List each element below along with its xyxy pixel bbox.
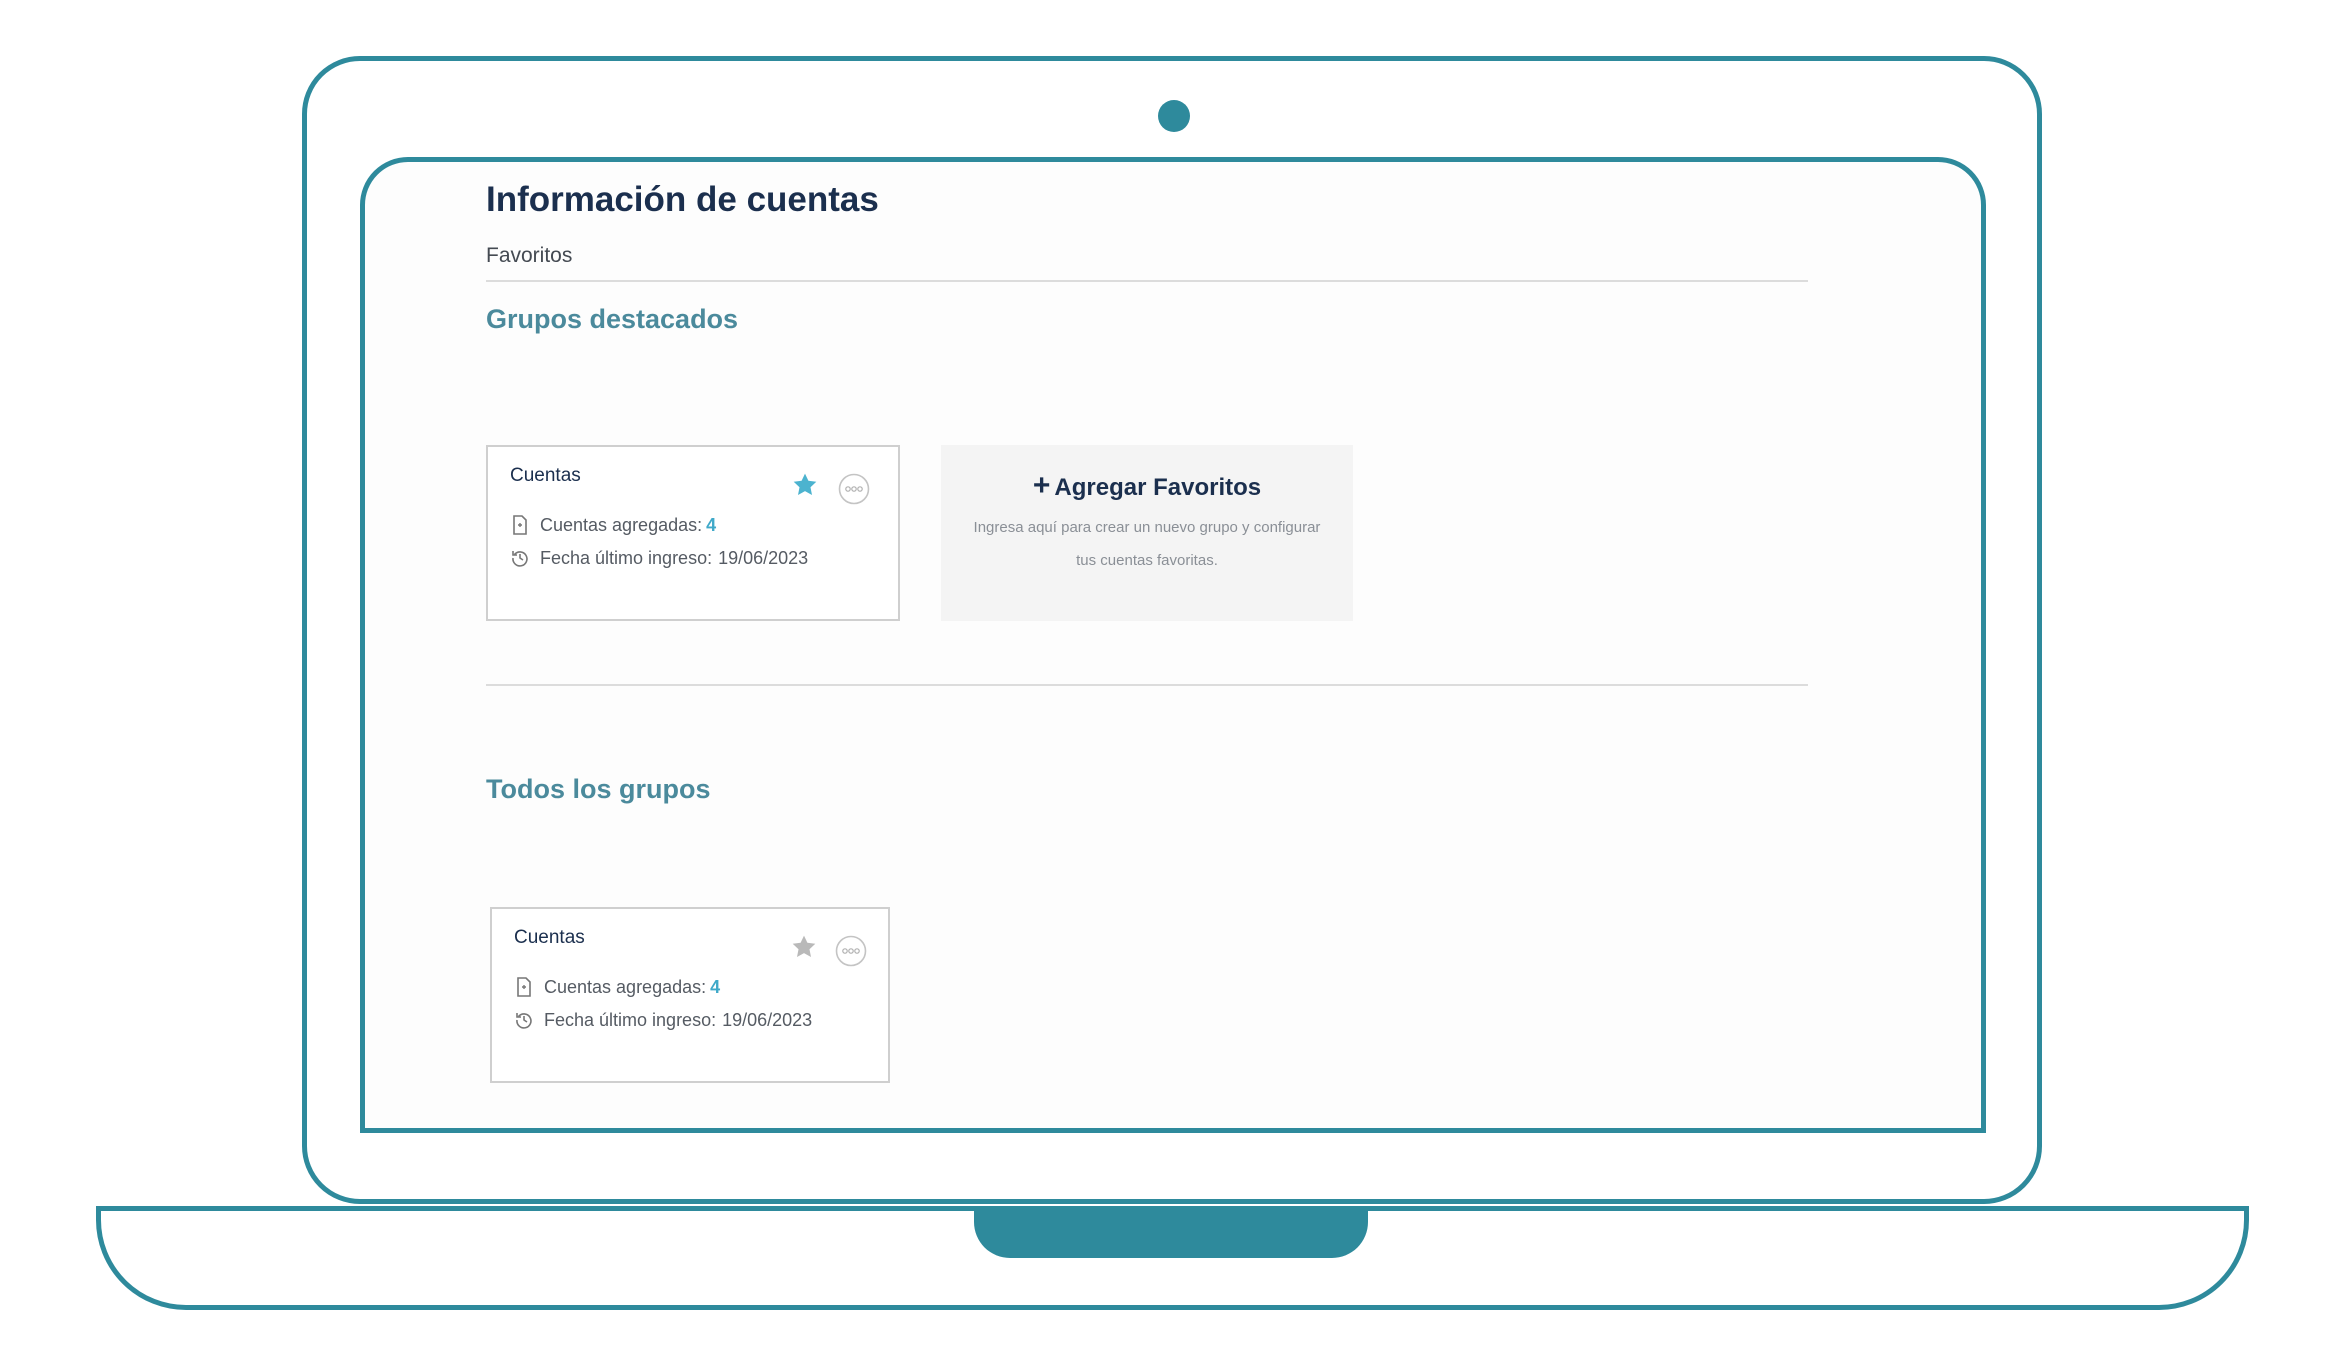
more-options-icon[interactable] [838, 473, 870, 505]
add-favorites-button[interactable]: + Agregar Favoritos Ingresa aquí para cre… [941, 445, 1353, 621]
accounts-added-row: Cuentas agregadas: 4 [510, 514, 716, 536]
section-divider [486, 684, 1808, 686]
last-login-label: Fecha último ingreso: [540, 547, 713, 568]
add-favorites-label-row: + Agregar Favoritos [941, 469, 1353, 503]
webcam-icon [1158, 100, 1190, 132]
star-icon[interactable] [790, 933, 818, 961]
document-icon [513, 515, 527, 535]
accounts-added-count: 4 [706, 514, 717, 535]
breadcrumb[interactable]: Favoritos [486, 244, 572, 268]
more-options-icon[interactable] [835, 935, 867, 967]
group-name: Cuentas [514, 927, 585, 948]
plus-icon: + [1032, 469, 1051, 502]
header-divider [486, 280, 1808, 282]
featured-group-card[interactable]: Cuentas Cuentas agregadas: 4 Fecha últim… [486, 445, 900, 621]
last-login-row: Fecha último ingreso: 19/06/2023 [510, 547, 808, 569]
history-icon [516, 1013, 532, 1029]
all-groups-title: Todos los grupos [486, 774, 711, 804]
accounts-added-label: Cuentas agregadas: [544, 976, 707, 997]
accounts-added-count: 4 [710, 976, 721, 997]
add-favorites-label: Agregar Favoritos [1054, 474, 1262, 501]
document-icon [517, 977, 531, 997]
group-name: Cuentas [510, 465, 581, 486]
group-card[interactable]: Cuentas Cuentas agregadas: 4 Fecha últim… [490, 907, 890, 1083]
page-title: Información de cuentas [486, 180, 879, 219]
last-login-date: 19/06/2023 [722, 1009, 813, 1030]
last-login-date: 19/06/2023 [718, 547, 809, 568]
accounts-added-row: Cuentas agregadas: 4 [514, 976, 720, 998]
add-favorites-description: Ingresa aquí para crear un nuevo grupo y… [973, 519, 1321, 569]
featured-groups-title: Grupos destacados [486, 304, 739, 334]
last-login-label: Fecha último ingreso: [544, 1009, 717, 1030]
laptop-screen: Información de cuentas Favoritos Grupos … [360, 157, 1986, 1133]
accounts-added-label: Cuentas agregadas: [540, 514, 703, 535]
laptop-illustration: Información de cuentas Favoritos Grupos … [0, 0, 2341, 1365]
laptop-notch [974, 1206, 1368, 1258]
history-icon [512, 551, 528, 567]
last-login-row: Fecha último ingreso: 19/06/2023 [514, 1009, 812, 1031]
star-icon[interactable] [791, 471, 819, 499]
